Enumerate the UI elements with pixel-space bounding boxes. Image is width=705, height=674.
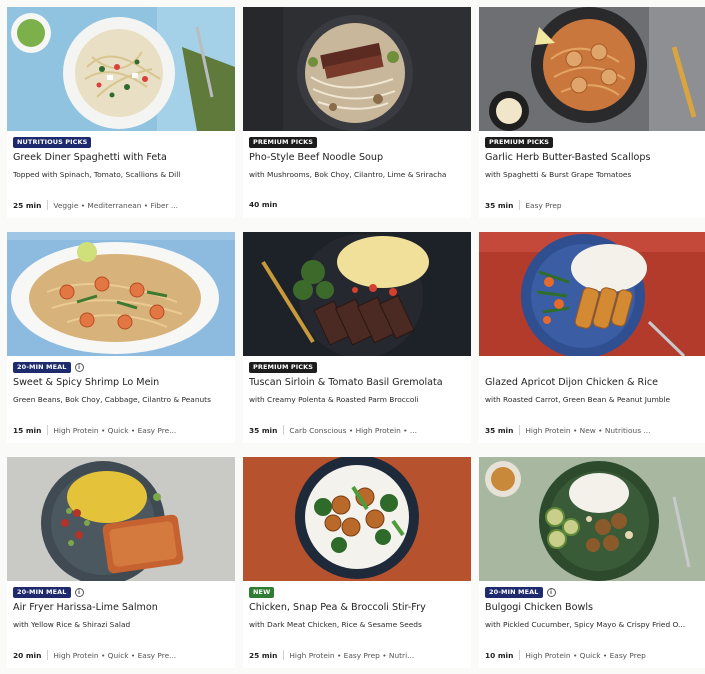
recipe-meta: 25 min Veggie • Mediterranean • Fiber ... <box>13 200 231 210</box>
meal-badge: 20-MIN MEAL <box>13 586 71 598</box>
meal-badge: NEW <box>249 586 275 598</box>
recipe-meta: 35 min Carb Conscious • High Protein • ..… <box>249 425 467 435</box>
recipe-image[interactable] <box>243 457 471 581</box>
meta-divider <box>519 425 521 435</box>
recipe-image[interactable] <box>243 7 471 131</box>
recipe-title[interactable]: Glazed Apricot Dijon Chicken & Rice <box>485 377 703 388</box>
recipe-subtitle: with Spaghetti & Burst Grape Tomatoes <box>485 170 632 179</box>
recipe-meta: 25 min High Protein • Easy Prep • Nutri..… <box>249 650 467 660</box>
badge-row: PREMIUM PICKS <box>249 361 318 373</box>
cook-time: 40 min <box>249 200 278 209</box>
recipe-subtitle: Green Beans, Bok Choy, Cabbage, Cilantro… <box>13 395 211 404</box>
recipe-tags: Easy Prep <box>525 200 562 210</box>
recipe-tags: High Protein • Quick • Easy Pre... <box>53 650 177 660</box>
recipe-title[interactable]: Air Fryer Harissa-Lime Salmon <box>13 602 231 613</box>
recipe-card[interactable]: Glazed Apricot Dijon Chicken & Rice with… <box>479 232 705 443</box>
recipe-title[interactable]: Greek Diner Spaghetti with Feta <box>13 152 231 163</box>
recipe-image[interactable] <box>479 232 705 356</box>
recipe-card[interactable]: 20-MIN MEAL i Sweet & Spicy Shrimp Lo Mei… <box>7 232 235 443</box>
meta-divider <box>47 650 49 660</box>
recipe-image[interactable] <box>7 232 235 356</box>
meal-badge: PREMIUM PICKS <box>249 361 318 373</box>
cook-time: 35 min <box>485 425 514 435</box>
info-icon[interactable]: i <box>74 362 84 372</box>
meta-divider <box>283 425 285 435</box>
info-icon[interactable]: i <box>546 587 556 597</box>
recipe-meta: 35 min High Protein • New • Nutritious ..… <box>485 425 703 435</box>
recipe-meta: 20 min High Protein • Quick • Easy Pre... <box>13 650 231 660</box>
cook-time: 25 min <box>249 650 278 660</box>
recipe-subtitle: Topped with Spinach, Tomato, Scallions &… <box>13 170 181 179</box>
recipe-subtitle: with Pickled Cucumber, Spicy Mayo & Cris… <box>485 620 686 629</box>
recipe-meta: 10 min High Protein • Quick • Easy Prep <box>485 650 703 660</box>
recipe-tags: High Protein • Easy Prep • Nutri... <box>289 650 415 660</box>
meal-badge: NUTRITIOUS PICKS <box>13 136 92 148</box>
badge-row: 20-MIN MEAL i <box>13 361 84 373</box>
cook-time: 15 min <box>13 425 42 435</box>
recipe-title[interactable]: Chicken, Snap Pea & Broccoli Stir-Fry <box>249 602 467 613</box>
badge-row: PREMIUM PICKS <box>485 136 554 148</box>
recipe-card[interactable]: NUTRITIOUS PICKS Greek Diner Spaghetti w… <box>7 7 235 218</box>
meta-divider <box>283 650 285 660</box>
cook-time: 35 min <box>249 425 278 435</box>
meal-badge: 20-MIN MEAL <box>13 361 71 373</box>
recipe-tags: Veggie • Mediterranean • Fiber ... <box>53 200 178 210</box>
recipe-tags: High Protein • Quick • Easy Prep <box>525 650 646 660</box>
badge-row: PREMIUM PICKS <box>249 136 318 148</box>
recipe-title[interactable]: Tuscan Sirloin & Tomato Basil Gremolata <box>249 377 467 388</box>
meal-badge: PREMIUM PICKS <box>485 136 554 148</box>
cook-time: 10 min <box>485 650 514 660</box>
recipe-tags: High Protein • Quick • Easy Pre... <box>53 425 177 435</box>
recipe-grid: NUTRITIOUS PICKS Greek Diner Spaghetti w… <box>0 0 705 674</box>
recipe-meta: 15 min High Protein • Quick • Easy Pre... <box>13 425 231 435</box>
recipe-image[interactable] <box>243 232 471 356</box>
recipe-image[interactable] <box>479 7 705 131</box>
meta-divider <box>519 200 521 210</box>
recipe-card[interactable]: 20-MIN MEAL i Air Fryer Harissa-Lime Salm… <box>7 457 235 668</box>
cook-time: 20 min <box>13 650 42 660</box>
recipe-image[interactable] <box>479 457 705 581</box>
badge-row: 20-MIN MEAL i <box>13 586 84 598</box>
badge-row: NUTRITIOUS PICKS <box>13 136 92 148</box>
recipe-subtitle: with Dark Meat Chicken, Rice & Sesame Se… <box>249 620 422 629</box>
recipe-tags: High Protein • New • Nutritious ... <box>525 425 651 435</box>
recipe-title[interactable]: Garlic Herb Butter-Basted Scallops <box>485 152 703 163</box>
badge-row: 20-MIN MEAL i <box>485 586 556 598</box>
recipe-title[interactable]: Sweet & Spicy Shrimp Lo Mein <box>13 377 231 388</box>
meal-badge: PREMIUM PICKS <box>249 136 318 148</box>
cook-time: 35 min <box>485 200 514 210</box>
recipe-title[interactable]: Bulgogi Chicken Bowls <box>485 602 703 613</box>
meta-divider <box>47 200 49 210</box>
info-icon[interactable]: i <box>74 587 84 597</box>
recipe-meta: 40 min <box>249 200 467 209</box>
recipe-image[interactable] <box>7 7 235 131</box>
recipe-meta: 35 min Easy Prep <box>485 200 703 210</box>
recipe-card[interactable]: PREMIUM PICKS Garlic Herb Butter-Basted … <box>479 7 705 218</box>
meta-divider <box>47 425 49 435</box>
cook-time: 25 min <box>13 200 42 210</box>
recipe-subtitle: with Creamy Polenta & Roasted Parm Brocc… <box>249 395 419 404</box>
recipe-card[interactable]: NEW Chicken, Snap Pea & Broccoli Stir-Fr… <box>243 457 471 668</box>
recipe-image[interactable] <box>7 457 235 581</box>
recipe-card[interactable]: PREMIUM PICKS Tuscan Sirloin & Tomato Ba… <box>243 232 471 443</box>
recipe-card[interactable]: 20-MIN MEAL i Bulgogi Chicken Bowls with … <box>479 457 705 668</box>
recipe-tags: Carb Conscious • High Protein • ... <box>289 425 417 435</box>
recipe-card[interactable]: PREMIUM PICKS Pho-Style Beef Noodle Soup… <box>243 7 471 218</box>
recipe-subtitle: with Yellow Rice & Shirazi Salad <box>13 620 131 629</box>
badge-row: NEW <box>249 586 275 598</box>
meal-badge: 20-MIN MEAL <box>485 586 543 598</box>
recipe-title[interactable]: Pho-Style Beef Noodle Soup <box>249 152 467 163</box>
recipe-subtitle: with Mushrooms, Bok Choy, Cilantro, Lime… <box>249 170 447 179</box>
meta-divider <box>519 650 521 660</box>
recipe-subtitle: with Roasted Carrot, Green Bean & Peanut… <box>485 395 671 404</box>
